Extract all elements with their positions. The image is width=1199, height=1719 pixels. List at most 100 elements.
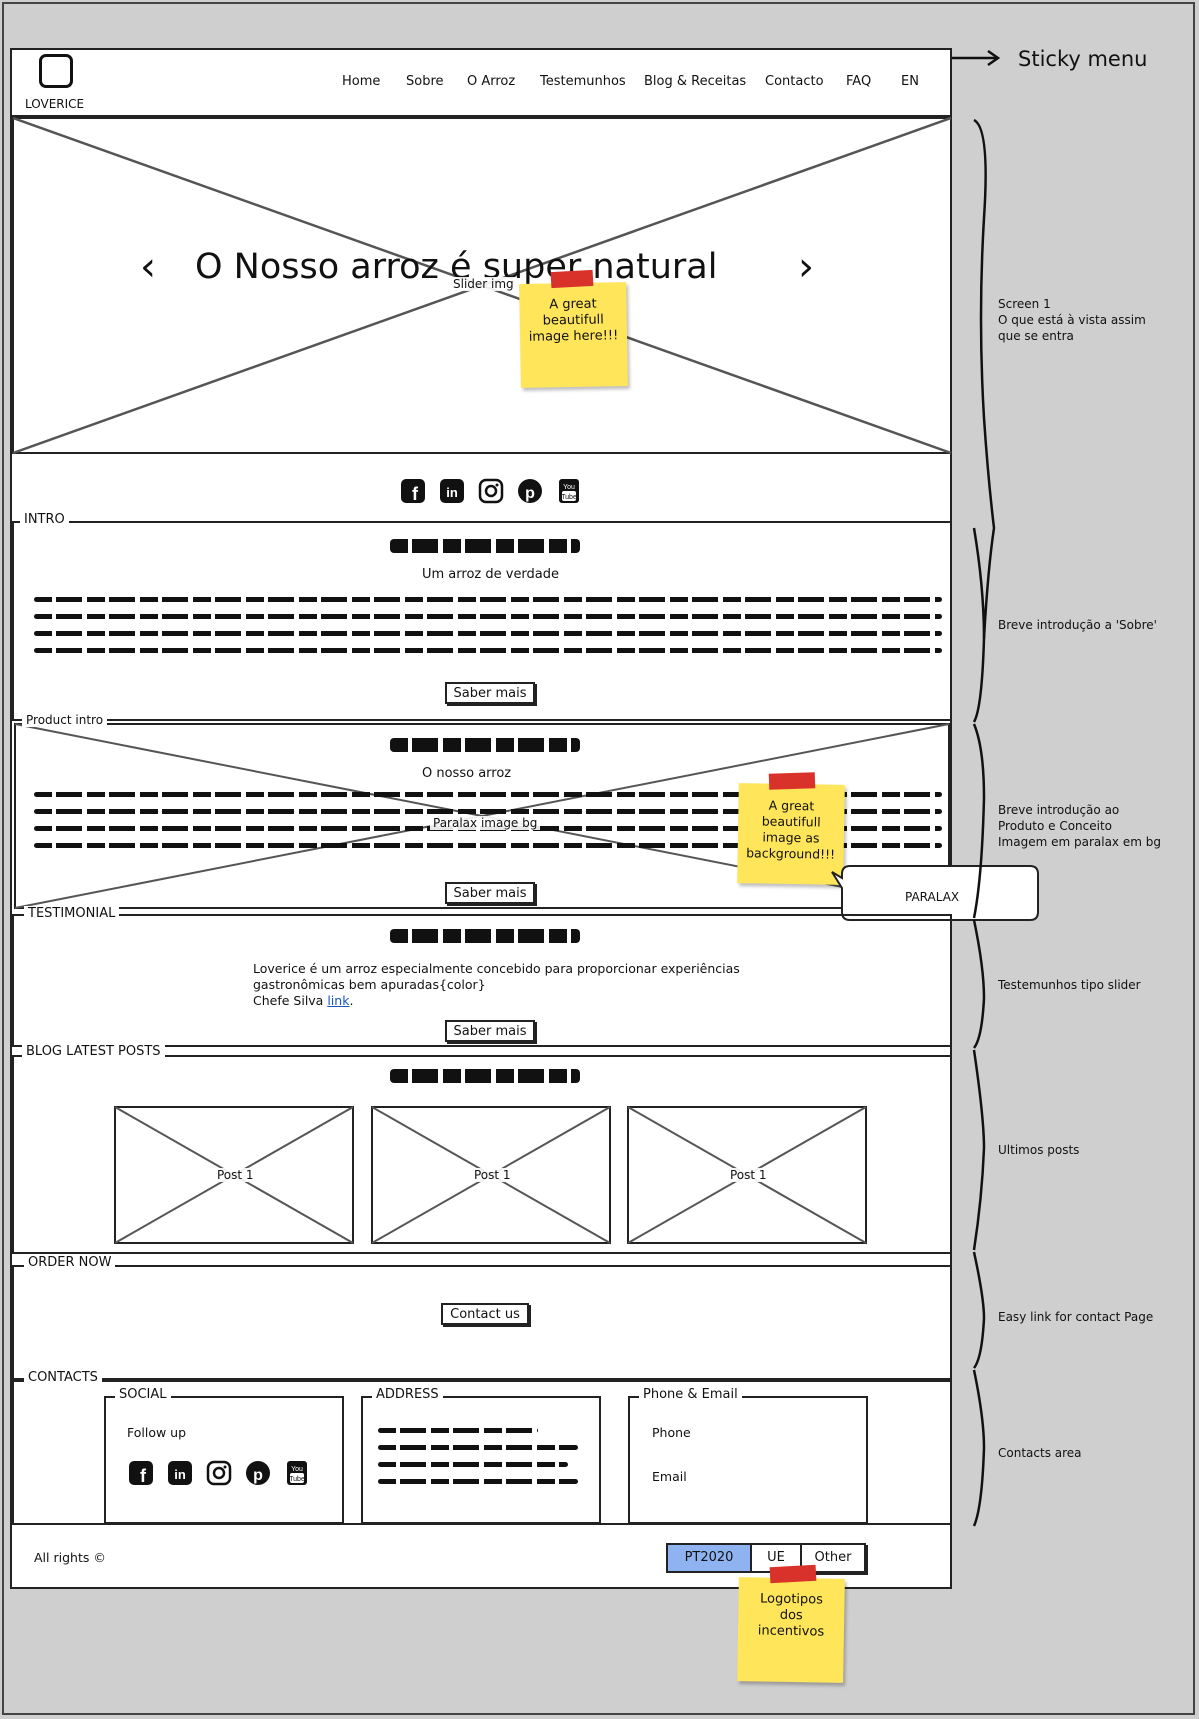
order-legend: ORDER NOW — [24, 1255, 116, 1270]
testimonial-quote: Loverice é um arroz especialmente conceb… — [253, 961, 773, 1009]
svg-text:You: You — [291, 1466, 303, 1473]
blog-post-title: Post 1 — [471, 1168, 514, 1182]
phone-email-legend: Phone & Email — [639, 1387, 742, 1402]
address-box — [361, 1396, 601, 1524]
nav-o-arroz[interactable]: O Arroz — [467, 74, 515, 89]
social-icons-row: f in p You Tube — [400, 478, 590, 508]
svg-text:f: f — [140, 1466, 147, 1486]
quote-line: Loverice é um arroz especialmente conceb… — [253, 961, 740, 976]
svg-text:in: in — [446, 485, 458, 500]
blog-post-title: Post 1 — [214, 1168, 257, 1182]
nav-blog-receitas[interactable]: Blog & Receitas — [644, 74, 746, 89]
annotation-screen1: Screen 1 O que está à vista assim que se… — [998, 296, 1146, 344]
slider-next-arrow[interactable]: › — [798, 247, 814, 287]
annotation-product: Breve introdução ao Produto e Conceito I… — [998, 802, 1161, 850]
address-legend: ADDRESS — [372, 1387, 443, 1402]
intro-saber-mais-button[interactable]: Saber mais — [445, 682, 535, 704]
instagram-icon[interactable] — [206, 1460, 232, 1486]
quote-author-line: Chefe Silva link. — [253, 993, 773, 1009]
svg-text:p: p — [525, 485, 535, 502]
testimonial-saber-mais-button[interactable]: Saber mais — [445, 1020, 535, 1042]
intro-heading-scribble — [390, 539, 580, 553]
logo-text: LOVERICE — [25, 97, 85, 111]
annotation-blog: Ultimos posts — [998, 1143, 1080, 1157]
note-line: beautifull — [542, 312, 604, 329]
tape — [550, 269, 594, 289]
all-rights-text: All rights © — [34, 1550, 106, 1565]
annotation-line: Breve introdução ao — [998, 803, 1120, 817]
annotation-line: Screen 1 — [998, 297, 1051, 311]
note-line: image as — [762, 829, 820, 846]
svg-text:p: p — [253, 1467, 263, 1484]
blog-post-title: Post 1 — [727, 1168, 770, 1182]
linkedin-icon[interactable]: in — [439, 478, 465, 504]
paralax-callout-text: PARALAX — [905, 890, 960, 904]
annotation-line: O que está à vista assim — [998, 313, 1146, 327]
product-sticky-note: A great beautifull image as background!!… — [737, 783, 845, 885]
nav-lang-en[interactable]: EN — [901, 74, 919, 89]
note-line: A great — [549, 296, 597, 313]
logo-icon[interactable] — [39, 54, 73, 88]
blog-legend: BLOG LATEST POSTS — [22, 1044, 165, 1059]
svg-text:f: f — [412, 484, 419, 504]
blog-heading-scribble — [390, 1069, 580, 1083]
svg-text:in: in — [174, 1467, 186, 1482]
phone-email-box — [628, 1396, 868, 1524]
hero-image-label: Slider img — [450, 277, 517, 291]
follow-up-label: Follow up — [127, 1425, 187, 1440]
nav-sobre[interactable]: Sobre — [406, 74, 444, 89]
footer-sticky-note: Logotipos dos incentivos — [737, 1577, 845, 1683]
nav-testemunhos[interactable]: Testemunhos — [540, 74, 626, 89]
product-saber-mais-button[interactable]: Saber mais — [445, 882, 535, 904]
pinterest-icon[interactable]: p — [517, 478, 543, 504]
quote-line: gastronômicas bem apuradas{color} — [253, 977, 486, 992]
note-line: beautifull — [761, 813, 821, 830]
note-line: incentivos — [757, 1623, 825, 1640]
youtube-icon[interactable]: You Tube — [284, 1460, 310, 1486]
svg-text:You: You — [563, 484, 575, 491]
intro-subtitle: Um arroz de verdade — [422, 567, 560, 582]
nav-home[interactable]: Home — [342, 74, 380, 89]
segment-pt2020[interactable]: PT2020 — [666, 1543, 752, 1573]
paralax-image-label: Paralax image bg — [430, 816, 541, 830]
testimonial-link[interactable]: link — [327, 993, 349, 1008]
facebook-icon[interactable]: f — [400, 478, 426, 504]
annotation-line: Produto e Conceito — [998, 819, 1113, 833]
product-legend: Product intro — [22, 713, 108, 727]
annotation-line: Imagem em paralax em bg — [998, 835, 1161, 849]
note-line: Logotipos — [759, 1591, 824, 1608]
nav-contacto[interactable]: Contacto — [765, 74, 824, 89]
annotation-order: Easy link for contact Page — [998, 1310, 1154, 1324]
phone-label: Phone — [652, 1425, 691, 1440]
instagram-icon[interactable] — [478, 478, 504, 504]
product-heading-scribble — [390, 738, 580, 752]
note-line: A great — [768, 797, 815, 814]
sticky-menu-annotation: Sticky menu — [1018, 47, 1148, 71]
note-line: dos — [779, 1607, 803, 1624]
section-braces — [972, 118, 996, 1527]
product-subtitle: O nosso arroz — [422, 766, 512, 781]
linkedin-icon[interactable]: in — [167, 1460, 193, 1486]
slider-prev-arrow[interactable]: ‹ — [140, 247, 156, 287]
annotation-contacts: Contacts area — [998, 1446, 1082, 1460]
svg-text:Tube: Tube — [561, 494, 577, 501]
intro-legend: INTRO — [20, 512, 69, 527]
tape — [768, 772, 816, 790]
annotation-line: que se entra — [998, 329, 1074, 343]
contact-us-button[interactable]: Contact us — [441, 1303, 529, 1325]
annotation-intro: Breve introdução a 'Sobre' — [998, 618, 1157, 632]
contacts-legend: CONTACTS — [24, 1370, 102, 1385]
quote-period: . — [349, 993, 354, 1008]
facebook-icon[interactable]: f — [128, 1460, 154, 1486]
note-line: background!!! — [746, 845, 836, 862]
annotation-testimonial: Testemunhos tipo slider — [998, 978, 1141, 992]
nav-faq[interactable]: FAQ — [846, 74, 871, 89]
hero-sticky-note: A great beautifull image here!!! — [519, 282, 628, 388]
note-line: image here!!! — [528, 328, 619, 345]
youtube-icon[interactable]: You Tube — [556, 478, 582, 504]
svg-text:Tube: Tube — [289, 1476, 305, 1483]
testimonial-legend: TESTIMONIAL — [24, 906, 120, 921]
pinterest-icon[interactable]: p — [245, 1460, 271, 1486]
email-label: Email — [652, 1469, 687, 1484]
quote-author: Chefe Silva — [253, 993, 324, 1008]
